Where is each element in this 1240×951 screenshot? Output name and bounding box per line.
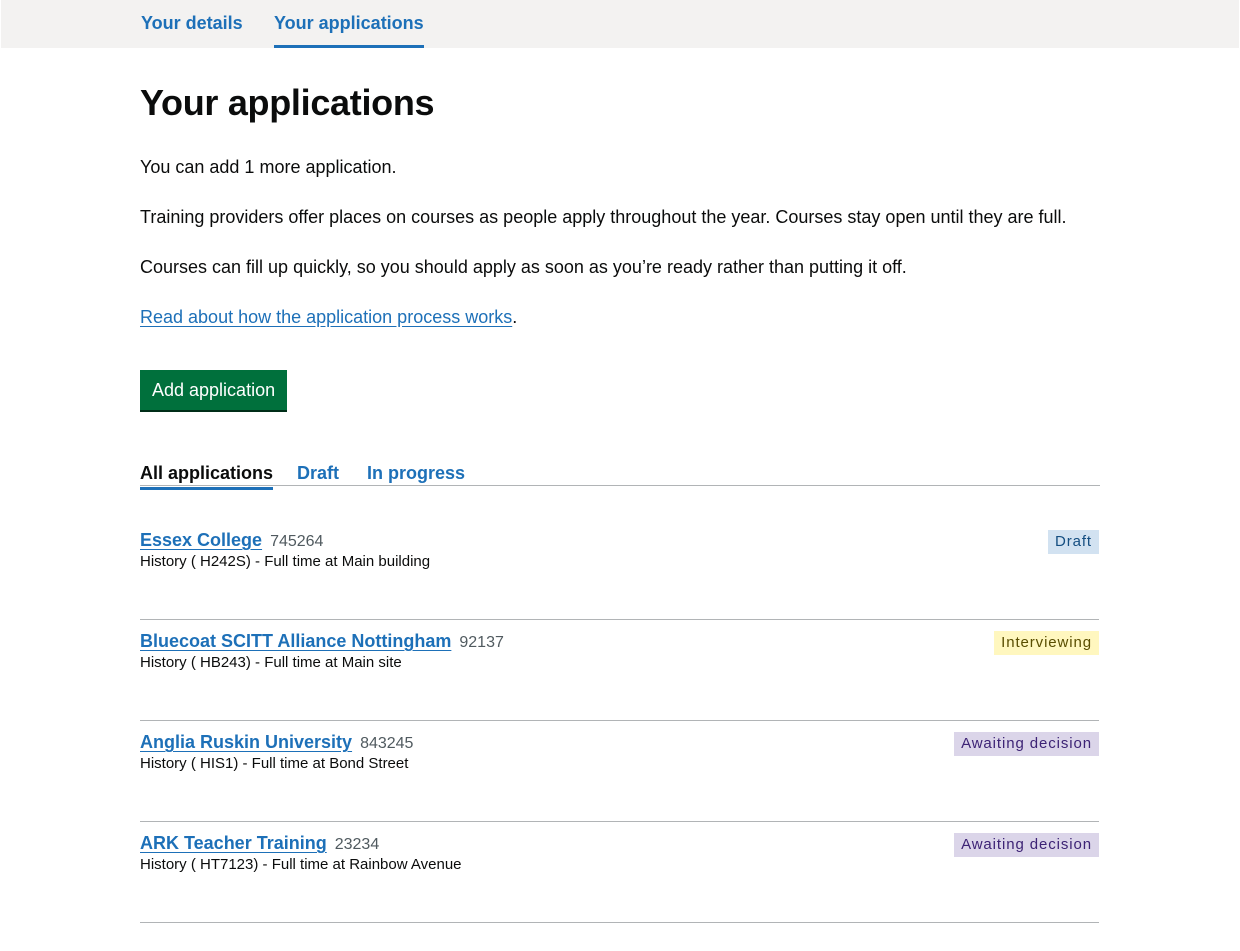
application-id: 92137 [459,634,504,651]
application-process-link[interactable]: Read about how the application process w… [140,307,512,327]
intro-text: Training providers offer places on cours… [140,207,1067,227]
remaining-applications-text: You can add 1 more application. [140,157,397,177]
status-badge: Awaiting decision [954,732,1099,756]
tab-in-progress[interactable]: In progress [367,462,465,484]
application-header: Bluecoat SCITT Alliance Nottingham 92137 [140,630,504,654]
tab-all-applications[interactable]: All applications [140,462,274,490]
nav-your-details[interactable]: Your details [141,12,243,34]
application-row: Essex College 745264 History ( H242S) - F… [140,519,1099,620]
provider-link[interactable]: Essex College [140,530,262,550]
application-header: Anglia Ruskin University 843245 [140,731,413,755]
process-link-paragraph: Read about how the application process w… [140,306,517,328]
application-id: 843245 [360,735,414,752]
application-row: Anglia Ruskin University 843245 History (… [140,721,1099,822]
application-id: 23234 [334,836,380,853]
provider-link[interactable]: Bluecoat SCITT Alliance Nottingham [140,631,451,651]
status-badge: Draft [1047,530,1099,554]
add-application-button[interactable]: Add application [140,370,288,410]
application-row: Bluecoat SCITT Alliance Nottingham 92137 … [140,620,1099,721]
provider-link[interactable]: Anglia Ruskin University [140,732,352,752]
application-id: 745264 [270,533,324,550]
course-details: History ( HT7123) - Full time at Rainbow… [140,856,462,873]
tab-draft[interactable]: Draft [297,462,339,484]
course-details: History ( HIS1) - Full time at Bond Stre… [140,755,409,772]
page-title: Your applications [140,82,435,123]
urgency-text: Courses can fill up quickly, so you shou… [140,257,907,277]
course-details: History ( H242S) - Full time at Main bui… [140,553,431,570]
top-navigation: Your details Your applications [1,0,1239,48]
application-header: Essex College 745264 [140,529,323,553]
status-badge: Interviewing [994,631,1099,655]
course-details: History ( HB243) - Full time at Main sit… [140,654,402,671]
application-header: ARK Teacher Training 23234 [140,832,379,856]
application-tabs: All applications Draft In progress [140,460,1100,490]
nav-your-applications[interactable]: Your applications [274,12,424,48]
process-link-suffix: . [512,307,518,327]
application-row: ARK Teacher Training 23234 History ( HT71… [140,822,1099,923]
status-badge: Awaiting decision [954,833,1099,857]
provider-link[interactable]: ARK Teacher Training [140,833,327,853]
